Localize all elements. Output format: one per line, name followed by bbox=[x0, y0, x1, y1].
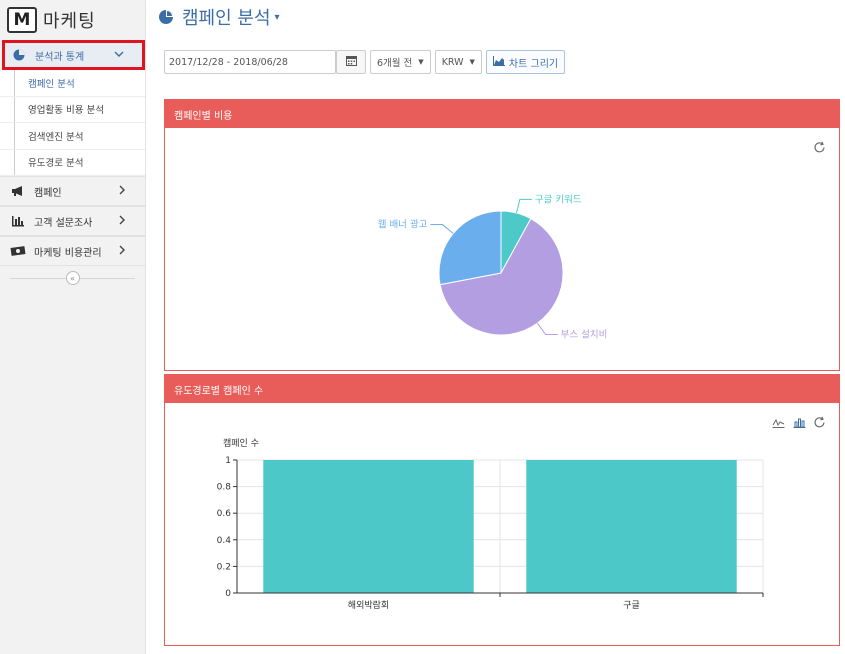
main-content: 캠페인 분석 ▾ 6개월 전 ▼ KRW ▼ 차트 그리기 캠페인별 비용 bbox=[146, 0, 845, 654]
sidebar: M 마케팅 분석과 통계 캠페인 분석 영업활동 비용 분석 검색엔진 분석 유… bbox=[0, 0, 146, 654]
submenu-item-search-engine-analysis[interactable]: 검색엔진 분석 bbox=[0, 123, 145, 150]
pie-slice-label: 웹 배너 광고 bbox=[378, 219, 428, 231]
bar-chart-icon bbox=[10, 214, 26, 228]
pie-label-line bbox=[430, 224, 454, 234]
pie-chart-icon bbox=[158, 9, 174, 25]
menu-analytics-label: 분석과 통계 bbox=[35, 51, 85, 63]
chevron-right-icon bbox=[117, 185, 127, 198]
submenu-item-referral-analysis[interactable]: 유도경로 분석 bbox=[0, 149, 145, 176]
page-title-dropdown[interactable]: 캠페인 분석 ▾ bbox=[158, 4, 280, 30]
collapse-sidebar-button[interactable]: « bbox=[65, 271, 80, 285]
bar[interactable] bbox=[526, 460, 737, 593]
y-tick-label: 0.6 bbox=[217, 509, 232, 519]
referral-campaign-count-panel: 유도경로별 캠페인 수 캠페인 수 0 0.2 0.4 0.6 0.8 1 해외박람회 구글 bbox=[164, 374, 840, 646]
select-arrow-icon: ▼ bbox=[469, 58, 475, 66]
collapse-arrows-icon: « bbox=[70, 273, 75, 283]
menu-marketing-cost[interactable]: 마케팅 비용관리 bbox=[0, 236, 145, 266]
sidebar-collapse-row: « bbox=[0, 266, 145, 290]
panel-title: 캠페인별 비용 bbox=[174, 110, 233, 122]
submenu-item-label: 캠페인 분석 bbox=[28, 78, 75, 90]
date-range-input[interactable] bbox=[164, 50, 336, 74]
calendar-button[interactable] bbox=[336, 50, 366, 74]
money-icon bbox=[10, 244, 26, 258]
chevron-right-icon bbox=[117, 215, 127, 228]
panel-header: 유도경로별 캠페인 수 bbox=[165, 375, 839, 403]
period-select[interactable]: 6개월 전 ▼ bbox=[370, 50, 431, 74]
panel-header: 캠페인별 비용 bbox=[165, 100, 839, 128]
area-chart-icon bbox=[492, 55, 505, 69]
bar-chart: 캠페인 수 0 0.2 0.4 0.6 0.8 1 해외박람회 구글 bbox=[217, 437, 764, 611]
submenu-item-label: 검색엔진 분석 bbox=[28, 131, 84, 143]
menu-campaign-label: 캠페인 bbox=[34, 187, 62, 199]
draw-chart-button-label: 차트 그리기 bbox=[508, 58, 559, 70]
select-arrow-icon: ▼ bbox=[418, 58, 424, 66]
period-select-value: 6개월 전 bbox=[377, 58, 413, 69]
y-axis-label: 캠페인 수 bbox=[223, 437, 259, 449]
calendar-icon bbox=[345, 55, 357, 69]
x-tick-label: 해외박람회 bbox=[348, 599, 389, 611]
submenu-item-label: 유도경로 분석 bbox=[28, 158, 84, 170]
chevron-right-icon bbox=[117, 245, 127, 258]
page-title: 캠페인 분석 bbox=[182, 8, 271, 29]
submenu-analytics: 캠페인 분석 영업활동 비용 분석 검색엔진 분석 유도경로 분석 bbox=[0, 70, 145, 176]
chevron-down-icon bbox=[114, 49, 124, 62]
logo-letter: M bbox=[13, 10, 31, 30]
pie-slice[interactable] bbox=[438, 210, 502, 286]
menu-analytics[interactable]: 분석과 통계 bbox=[2, 40, 145, 70]
pie-chart: 구글 키워드부스 설치비 웹 배너 광고 bbox=[378, 194, 608, 340]
campaign-cost-panel: 캠페인별 비용 구글 키워드부스 설치비 웹 배너 광고 bbox=[164, 99, 840, 371]
submenu-item-label: 영업활동 비용 분석 bbox=[28, 105, 104, 117]
megaphone-icon bbox=[10, 184, 26, 198]
y-tick-label: 0.8 bbox=[217, 483, 232, 493]
menu-customer-survey[interactable]: 고객 설문조사 bbox=[0, 206, 145, 236]
submenu-item-sales-cost-analysis[interactable]: 영업활동 비용 분석 bbox=[0, 96, 145, 123]
menu-campaign[interactable]: 캠페인 bbox=[0, 176, 145, 206]
app-logo[interactable]: M 마케팅 bbox=[0, 0, 145, 40]
y-tick-label: 0 bbox=[225, 589, 231, 599]
app-brand: 마케팅 bbox=[43, 11, 96, 32]
y-tick-label: 1 bbox=[225, 456, 231, 466]
pie-slice-label: 구글 키워드 bbox=[535, 194, 582, 205]
draw-chart-button[interactable]: 차트 그리기 bbox=[485, 50, 566, 74]
bar[interactable] bbox=[263, 460, 474, 593]
pie-slice-label: 부스 설치비 bbox=[561, 328, 608, 340]
logo-mark: M bbox=[7, 7, 37, 33]
currency-select-value: KRW bbox=[441, 56, 464, 68]
y-tick-label: 0.2 bbox=[217, 562, 231, 572]
toolbar: 6개월 전 ▼ KRW ▼ 차트 그리기 bbox=[164, 50, 566, 74]
menu-customer-survey-label: 고객 설문조사 bbox=[34, 217, 93, 229]
panel-title: 유도경로별 캠페인 수 bbox=[174, 385, 264, 397]
x-tick-label: 구글 bbox=[623, 600, 640, 611]
caret-down-icon: ▾ bbox=[274, 11, 280, 23]
menu-marketing-cost-label: 마케팅 비용관리 bbox=[34, 247, 102, 259]
submenu-item-campaign-analysis[interactable]: 캠페인 분석 bbox=[0, 70, 145, 97]
currency-select[interactable]: KRW ▼ bbox=[434, 50, 482, 74]
pie-label-line bbox=[537, 322, 558, 335]
pie-chart-icon bbox=[11, 48, 27, 62]
y-tick-label: 0.4 bbox=[217, 536, 232, 546]
pie-label-line bbox=[515, 198, 532, 214]
